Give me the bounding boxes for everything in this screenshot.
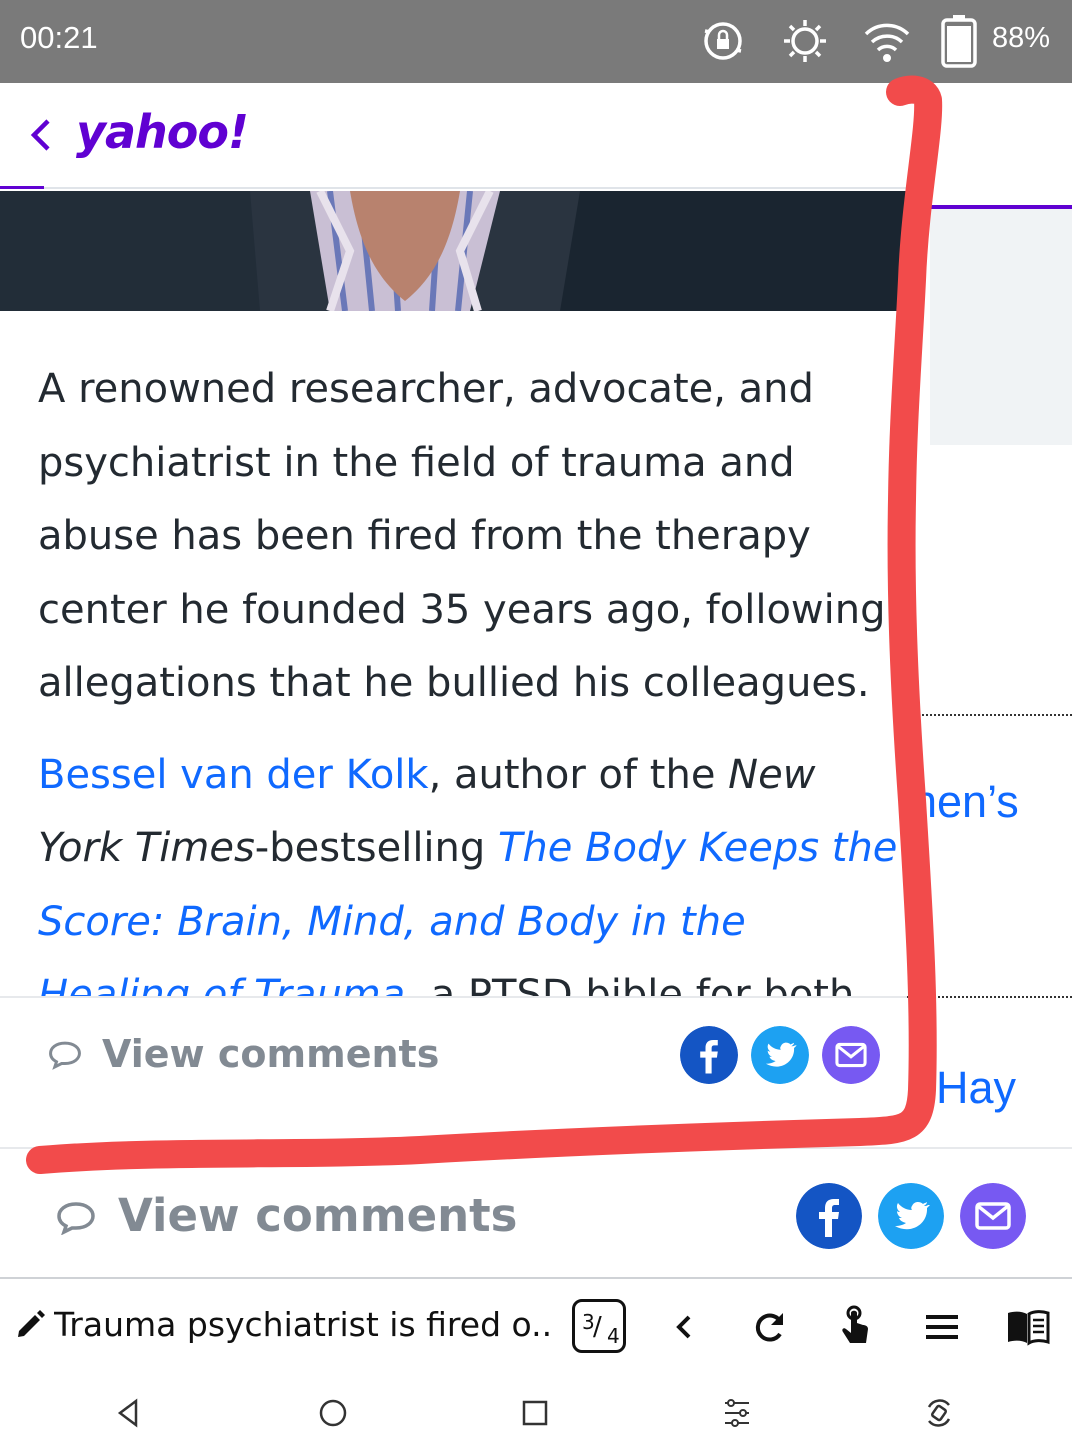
mail-icon[interactable] xyxy=(822,1026,880,1084)
view-comments-link[interactable]: View comments xyxy=(102,1032,439,1076)
page-counter[interactable]: 3 / 4 xyxy=(572,1299,626,1353)
comment-icon xyxy=(57,1202,95,1235)
status-time: 00:21 xyxy=(20,20,98,55)
article-text: -bestselling xyxy=(254,825,498,871)
navigation-bar xyxy=(0,1373,1072,1448)
rotate-icon[interactable] xyxy=(919,1393,959,1433)
background-text-fragment: nen’s xyxy=(912,776,1019,827)
chevron-left-icon[interactable] xyxy=(22,111,62,159)
page-total: 4 xyxy=(607,1324,620,1348)
author-link[interactable]: Bessel van der Kolk xyxy=(38,752,429,798)
page-title[interactable]: Trauma psychiatrist is fired o... xyxy=(54,1305,554,1344)
battery-icon xyxy=(941,15,977,68)
menu-icon[interactable] xyxy=(918,1303,966,1351)
header-tab-indicator xyxy=(0,186,44,189)
settings-sliders-icon[interactable] xyxy=(717,1393,757,1433)
site-header: yahoo! xyxy=(0,83,907,189)
wifi-icon xyxy=(864,23,910,62)
mail-icon[interactable] xyxy=(960,1183,1026,1249)
twitter-icon[interactable] xyxy=(751,1026,809,1084)
view-comments-link[interactable]: View comments xyxy=(118,1189,517,1242)
nav-home-icon[interactable] xyxy=(313,1393,353,1433)
article-paragraph: A renowned researcher, advocate, and psy… xyxy=(38,366,886,706)
comment-bar-background: View comments xyxy=(0,1147,1072,1277)
reader-toolbar: Trauma psychiatrist is fired o... 3 / 4 xyxy=(0,1277,1072,1373)
background-panel xyxy=(930,209,1072,445)
brightness-icon xyxy=(784,20,826,62)
article-card: yahoo! A renowned researcher, advocate, … xyxy=(0,83,907,1145)
facebook-icon[interactable] xyxy=(796,1183,862,1249)
article-body: A renowned researcher, advocate, and psy… xyxy=(38,353,898,1051)
comment-bar: View comments xyxy=(0,996,907,1145)
page-separator: / xyxy=(593,1312,602,1342)
touch-icon[interactable] xyxy=(832,1303,880,1351)
nav-recents-icon[interactable] xyxy=(515,1393,555,1433)
refresh-icon[interactable] xyxy=(746,1303,794,1351)
twitter-icon[interactable] xyxy=(878,1183,944,1249)
edit-icon[interactable] xyxy=(14,1309,46,1341)
facebook-icon[interactable] xyxy=(680,1026,738,1084)
back-icon[interactable] xyxy=(660,1303,708,1351)
nav-back-icon[interactable] xyxy=(108,1393,148,1433)
reader-icon[interactable] xyxy=(1004,1303,1052,1351)
person-photo-image xyxy=(0,191,907,311)
status-bar: 00:21 88% xyxy=(0,0,1072,83)
rotation-lock-icon xyxy=(704,22,742,60)
battery-percent: 88% xyxy=(992,22,1051,54)
article-text: , author of the xyxy=(428,751,729,798)
comment-icon xyxy=(49,1041,81,1070)
yahoo-logo[interactable]: yahoo! xyxy=(76,105,249,159)
article-paragraph: Bessel van der Kolk, author of the New Y… xyxy=(38,739,898,1033)
article-photo xyxy=(0,191,907,311)
background-text-fragment: Hay xyxy=(936,1062,1017,1113)
